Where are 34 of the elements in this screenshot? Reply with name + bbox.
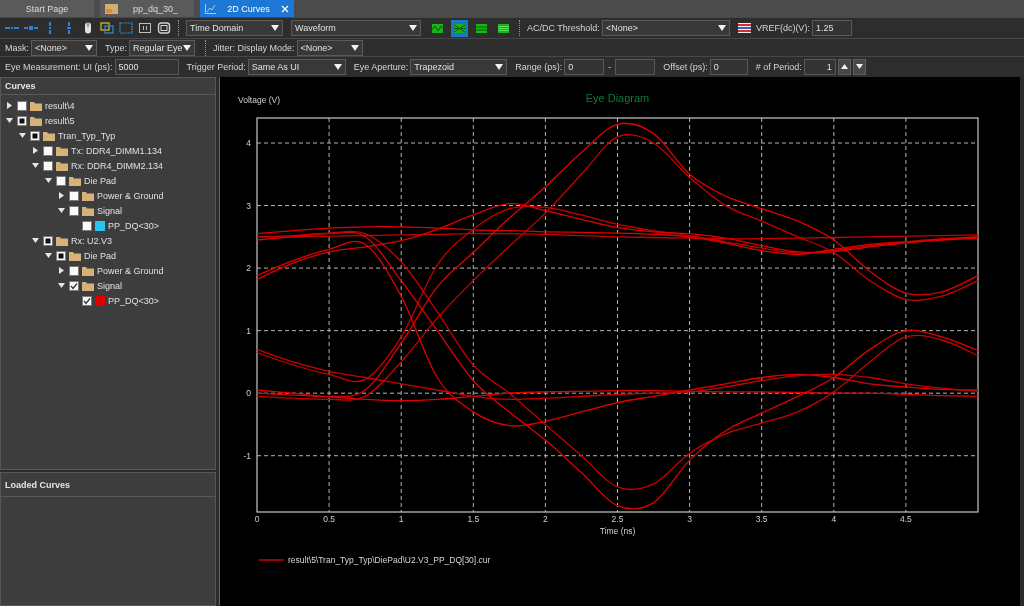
tick-label: 2 bbox=[543, 514, 548, 524]
tick-label: 4 bbox=[831, 514, 837, 524]
field-label: Eye Measurement: UI (ps): bbox=[5, 61, 113, 72]
tick-label: 3 bbox=[246, 200, 251, 211]
tick-label: 4 bbox=[246, 138, 251, 148]
field-label: Offset (ps): bbox=[663, 61, 708, 72]
tick-label: 4.5 bbox=[900, 514, 912, 524]
chart-title: Eye Diagram bbox=[585, 92, 650, 104]
tick-label: 3.5 bbox=[755, 514, 768, 524]
legend-label: result\5\Tran_Typ_Typ\DiePad\U2.V3_PP_DQ[30].cur bbox=[288, 555, 491, 565]
panel-title: Curves bbox=[1, 78, 215, 95]
tick-label: 0 bbox=[254, 514, 260, 524]
field-label: Jitter: Display Mode: bbox=[213, 42, 295, 53]
field-label: # of Period: bbox=[755, 61, 802, 72]
tick-label: 1 bbox=[246, 325, 251, 336]
tick-label: 2.5 bbox=[611, 514, 624, 524]
tick-label: -1 bbox=[243, 450, 251, 461]
range-separator: - bbox=[607, 61, 613, 72]
field-label: Trigger Period: bbox=[186, 61, 246, 72]
axis-label: Voltage (V) bbox=[238, 95, 281, 105]
tick-label: 3 bbox=[687, 514, 692, 524]
field-label: Mask: bbox=[5, 42, 29, 53]
tick-label: 1.5 bbox=[467, 514, 480, 524]
tick-label: 1 bbox=[398, 514, 404, 524]
tick-label: 0.5 bbox=[323, 514, 335, 524]
field-label: Eye Aperture: bbox=[353, 61, 409, 72]
axis-label: Time (ns) bbox=[599, 526, 636, 536]
panel-title: Loaded Curves bbox=[1, 473, 215, 497]
field-label: Range (ps): bbox=[515, 61, 563, 72]
field-label: Type: bbox=[105, 42, 128, 53]
field-label: AC/DC Threshold: bbox=[527, 23, 600, 33]
field-label: VREF(dc)(V): bbox=[755, 23, 810, 33]
tick-label: 2 bbox=[246, 263, 251, 274]
tick-label: 0 bbox=[246, 388, 251, 399]
